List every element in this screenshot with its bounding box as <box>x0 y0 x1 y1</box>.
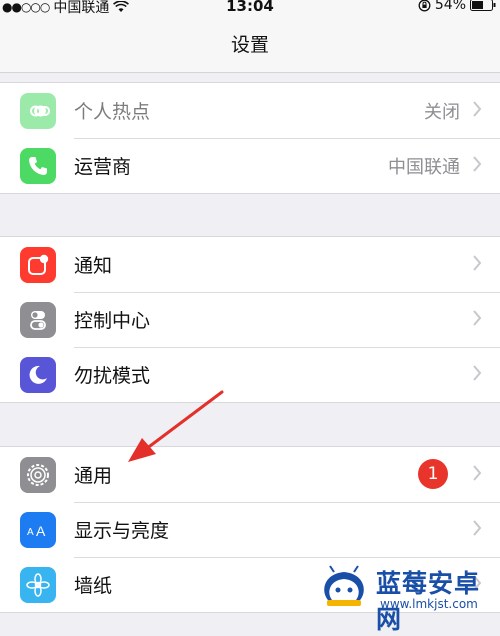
display-icon: A A <box>20 512 56 548</box>
settings-row-label: 个人热点 <box>74 101 151 123</box>
settings-row-notifications[interactable]: 通知 <box>0 237 500 292</box>
status-bar: ●●○○○ 中国联通 13:04 54% <box>0 0 500 16</box>
settings-row-label: 勿扰模式 <box>74 365 151 387</box>
settings-row-hotspot[interactable]: 个人热点 关闭 <box>0 83 500 138</box>
settings-row-value: 中国联通 <box>388 157 460 178</box>
settings-group-system: 通知 控制中心 勿扰模式 <box>0 236 500 403</box>
chevron-right-icon <box>473 465 482 481</box>
phone-icon <box>20 148 56 184</box>
settings-row-label: 通用 <box>74 465 113 487</box>
chevron-right-icon <box>473 310 482 326</box>
svg-text:A: A <box>27 527 34 538</box>
wallpaper-icon <box>20 567 56 603</box>
battery-percent: 54% <box>434 0 466 13</box>
status-right: 54% <box>418 0 496 13</box>
settings-row-control-center[interactable]: 控制中心 <box>0 292 500 347</box>
watermark-url: www.lmkjst.com <box>380 597 478 611</box>
watermark: 蓝莓安卓网 www.lmkjst.com <box>312 560 498 634</box>
settings-row-label: 墙纸 <box>74 575 113 597</box>
settings-row-label: 通知 <box>74 255 113 277</box>
battery-icon <box>470 0 496 11</box>
settings-row-label: 显示与亮度 <box>74 520 170 542</box>
chevron-right-icon <box>473 101 482 117</box>
hotspot-icon <box>20 93 56 129</box>
settings-row-label: 控制中心 <box>74 310 151 332</box>
settings-row-value: 关闭 <box>424 102 460 123</box>
nav-bar: 设置 <box>0 16 500 73</box>
settings-group-network: 个人热点 关闭 运营商 中国联通 <box>0 82 500 194</box>
chevron-right-icon <box>473 255 482 271</box>
annotation-arrow-icon <box>128 390 224 462</box>
settings-row-do-not-disturb[interactable]: 勿扰模式 <box>0 347 500 402</box>
chevron-right-icon <box>473 520 482 536</box>
settings-row-display-brightness[interactable]: A A 显示与亮度 <box>0 502 500 557</box>
gear-icon <box>20 457 56 493</box>
control-center-icon <box>20 302 56 338</box>
settings-row-general[interactable]: 通用 1 <box>0 447 500 502</box>
watermark-logo-icon <box>324 565 364 606</box>
moon-icon <box>20 357 56 393</box>
svg-text:A: A <box>36 523 46 539</box>
notification-icon <box>20 247 56 283</box>
rotation-lock-icon <box>418 0 431 11</box>
settings-row-carrier[interactable]: 运营商 中国联通 <box>0 138 500 193</box>
notification-badge: 1 <box>418 459 448 489</box>
settings-row-label: 运营商 <box>74 156 132 178</box>
page-title: 设置 <box>230 34 269 56</box>
chevron-right-icon <box>473 365 482 381</box>
chevron-right-icon <box>473 156 482 172</box>
